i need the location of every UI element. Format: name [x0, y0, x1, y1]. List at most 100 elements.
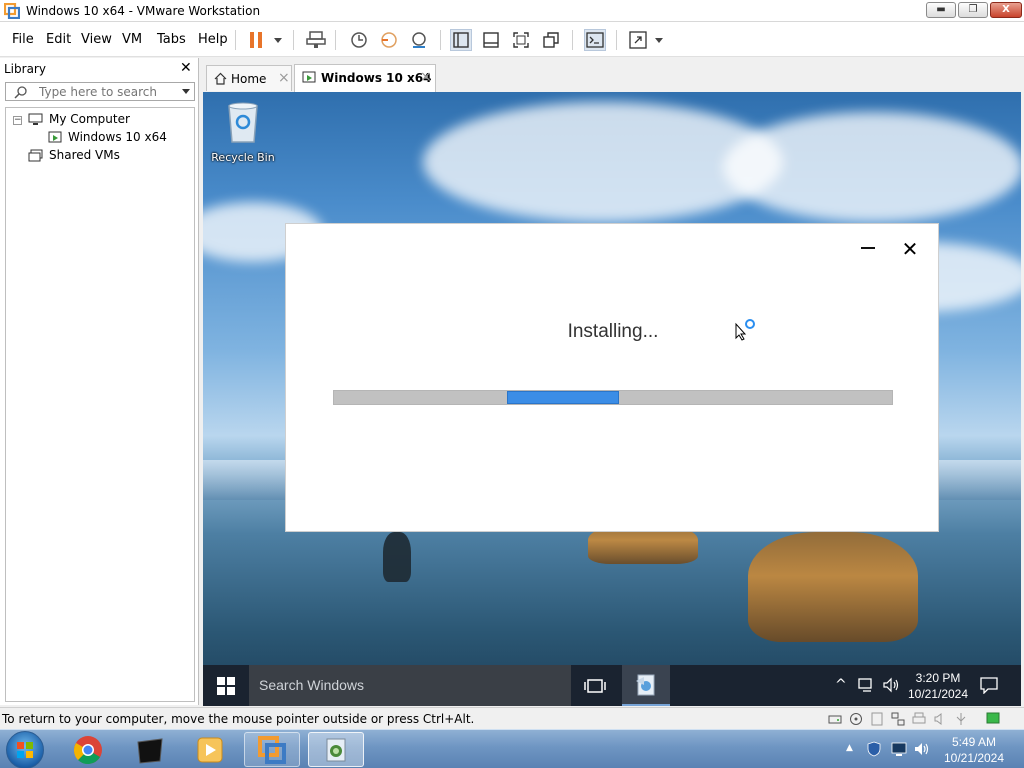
- media-player-icon[interactable]: [182, 732, 238, 767]
- guest-start-button[interactable]: [203, 665, 249, 706]
- recycle-bin-label: Recycle Bin: [211, 151, 275, 164]
- tab-home[interactable]: Home ×: [206, 65, 292, 91]
- menu-toolbar: File Edit View VM Tabs Help: [0, 22, 1024, 57]
- toolbar-separator: [572, 30, 573, 50]
- snapshot-icon[interactable]: [348, 29, 370, 51]
- installer-app-icon: [636, 674, 655, 695]
- window-title: Windows 10 x64 - VMware Workstation: [26, 4, 261, 18]
- vm-console[interactable]: Recycle Bin ✕ Installing... Search Windo…: [203, 92, 1021, 706]
- pause-icon[interactable]: [245, 29, 267, 51]
- toolbar-separator: [235, 30, 236, 50]
- guest-time: 3:20 PM: [915, 671, 961, 685]
- library-search-input[interactable]: [39, 84, 179, 99]
- toolbar-separator: [440, 30, 441, 50]
- hard-disk-icon[interactable]: [828, 712, 842, 726]
- menu-help[interactable]: Help: [198, 32, 228, 47]
- dialog-close-icon[interactable]: ✕: [900, 239, 920, 263]
- network-adapter-icon[interactable]: [891, 712, 905, 726]
- recycle-bin-icon: [228, 102, 258, 143]
- unity-icon[interactable]: [540, 29, 562, 51]
- show-hidden-icons-icon[interactable]: ^: [835, 677, 847, 693]
- home-icon: [214, 72, 227, 85]
- tab-home-close-icon[interactable]: ×: [278, 70, 290, 86]
- vm-tab-icon: [302, 71, 316, 83]
- library-close-icon[interactable]: ✕: [180, 60, 192, 76]
- send-ctrl-alt-del-icon[interactable]: [305, 29, 327, 51]
- terminal-icon[interactable]: [122, 732, 178, 767]
- wallpaper-rock: [748, 532, 918, 642]
- vm-icon: [48, 131, 62, 143]
- tree-item-my-computer[interactable]: My Computer: [49, 112, 130, 126]
- wallpaper-figure: [383, 532, 411, 582]
- shared-vms-icon: [28, 149, 43, 162]
- volume-icon[interactable]: [882, 677, 900, 693]
- sound-card-icon[interactable]: [933, 712, 947, 726]
- tab-vm-close-icon[interactable]: ×: [420, 69, 432, 85]
- guest-clock[interactable]: 3:20 PM 10/21/2024: [906, 670, 970, 702]
- window-controls: ▬ ❐ X: [926, 2, 1022, 18]
- floppy-icon[interactable]: [870, 712, 884, 726]
- vmware-workstation-icon[interactable]: [244, 732, 300, 767]
- pause-dropdown-icon[interactable]: [274, 38, 282, 43]
- guest-installer-app-button[interactable]: [622, 665, 670, 706]
- task-view-icon[interactable]: [576, 674, 614, 698]
- tab-vm-label: Windows 10 x64: [321, 71, 432, 85]
- status-message: To return to your computer, move the mou…: [2, 712, 475, 726]
- windows-start-icon[interactable]: [6, 731, 44, 768]
- dialog-minimize-icon[interactable]: [858, 238, 878, 258]
- busy-cursor-icon: [735, 319, 755, 341]
- console-view-icon[interactable]: [584, 29, 606, 51]
- close-button[interactable]: X: [990, 2, 1022, 18]
- snapshot-manager-icon[interactable]: [408, 29, 430, 51]
- chrome-icon[interactable]: [60, 732, 116, 767]
- full-screen-icon[interactable]: [510, 29, 532, 51]
- menu-view[interactable]: View: [81, 32, 112, 47]
- minimize-button[interactable]: ▬: [926, 2, 956, 18]
- network-icon[interactable]: [858, 677, 876, 693]
- action-center-icon[interactable]: [979, 676, 999, 694]
- my-computer-icon: [28, 113, 43, 125]
- thumbnail-bar-icon[interactable]: [480, 29, 502, 51]
- wallpaper-cloud: [723, 112, 1021, 222]
- menu-file[interactable]: File: [12, 32, 34, 47]
- guest-taskbar: Search Windows ^ 3:20 PM 10/21/2024: [203, 665, 1021, 706]
- tab-windows-10-x64[interactable]: Windows 10 x64 ×: [294, 64, 436, 92]
- installer-dialog: ✕ Installing...: [285, 223, 939, 532]
- guest-search-box[interactable]: Search Windows: [249, 665, 571, 706]
- library-pane: Library ✕ − My Computer Windows 10 x64 S…: [0, 58, 199, 705]
- search-icon: [14, 86, 27, 99]
- tray-shield-icon[interactable]: [866, 741, 882, 757]
- recycle-bin-desktop-icon[interactable]: Recycle Bin: [211, 100, 275, 164]
- status-bar: To return to your computer, move the mou…: [0, 707, 1024, 729]
- tree-item-shared-vms[interactable]: Shared VMs: [49, 148, 120, 162]
- library-tree: − My Computer Windows 10 x64 Shared VMs: [5, 107, 195, 702]
- host-date: 10/21/2024: [943, 751, 1005, 765]
- show-library-icon[interactable]: [450, 29, 472, 51]
- revert-snapshot-icon[interactable]: [378, 29, 400, 51]
- search-dropdown-icon[interactable]: [182, 89, 190, 94]
- tray-volume-icon[interactable]: [914, 741, 930, 757]
- tray-network-icon[interactable]: [891, 741, 907, 757]
- stretch-dropdown-icon[interactable]: [655, 38, 663, 43]
- progress-indicator: [507, 391, 619, 404]
- collapse-toggle-icon[interactable]: −: [13, 116, 22, 125]
- cd-dvd-icon[interactable]: [849, 712, 863, 726]
- library-search[interactable]: [5, 82, 195, 101]
- host-time: 5:49 AM: [951, 735, 997, 749]
- menu-vm[interactable]: VM: [122, 32, 142, 47]
- tree-item-windows-10-x64[interactable]: Windows 10 x64: [68, 130, 167, 144]
- host-taskbar: ▲ 5:49 AM 10/21/2024: [0, 729, 1024, 768]
- host-clock[interactable]: 5:49 AM 10/21/2024: [932, 734, 1016, 766]
- message-log-icon[interactable]: [986, 712, 1000, 726]
- toolbar-separator: [335, 30, 336, 50]
- tab-strip: Home × Windows 10 x64 ×: [201, 58, 1024, 92]
- menu-tabs[interactable]: Tabs: [157, 32, 186, 47]
- show-hidden-icons-icon[interactable]: ▲: [846, 743, 853, 753]
- menu-edit[interactable]: Edit: [46, 32, 71, 47]
- printer-icon[interactable]: [912, 712, 926, 726]
- installing-status-text: Installing...: [567, 321, 659, 342]
- usb-icon[interactable]: [954, 712, 968, 726]
- installer-app-icon[interactable]: [308, 732, 364, 767]
- restore-button[interactable]: ❐: [958, 2, 988, 18]
- stretch-guest-icon[interactable]: [627, 29, 649, 51]
